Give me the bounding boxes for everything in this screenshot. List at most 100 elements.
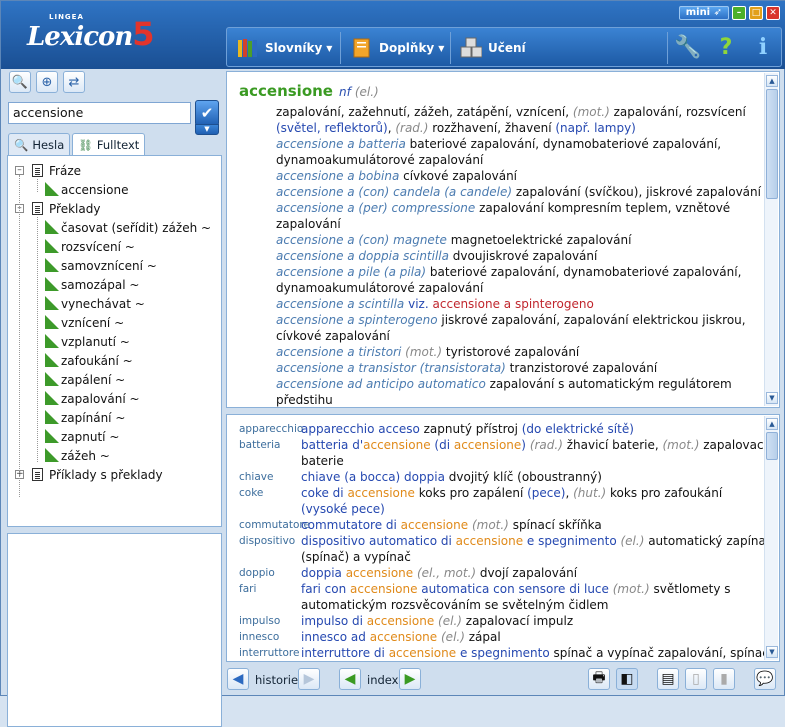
entry-line: accensione a bobina cívkové zapalování bbox=[276, 168, 517, 184]
scroll-thumb[interactable] bbox=[766, 89, 778, 199]
tree-node[interactable]: rozsvícení ~ bbox=[8, 237, 221, 256]
text-run: accensione bbox=[363, 438, 431, 452]
settings-wrench-icon[interactable]: 🔧 bbox=[674, 33, 702, 61]
scroll-up-icon[interactable]: ▲ bbox=[766, 75, 778, 87]
scroll-up-icon[interactable]: ▲ bbox=[766, 418, 778, 430]
layout-full-button[interactable]: ▮ bbox=[713, 668, 735, 690]
tree-node[interactable]: zapálení ~ bbox=[8, 370, 221, 389]
tree-node[interactable]: vznícení ~ bbox=[8, 313, 221, 332]
scroll-down-icon[interactable]: ▼ bbox=[766, 392, 778, 404]
maximize-button[interactable]: □ bbox=[749, 6, 763, 20]
text-run: accensione bbox=[369, 630, 438, 644]
layout-single-button[interactable]: ▯ bbox=[685, 668, 707, 690]
text-run[interactable]: accensione a (con) magnete bbox=[276, 233, 447, 247]
index-prev-button[interactable]: ◀ bbox=[339, 668, 361, 690]
text-run[interactable]: accensione a spinterogeno bbox=[433, 297, 594, 311]
example-keyword[interactable]: impulso bbox=[239, 615, 280, 627]
text-run[interactable]: accensione a batteria bbox=[276, 137, 406, 151]
tree-guide-line bbox=[37, 217, 38, 462]
index-next-button[interactable]: ▶ bbox=[399, 668, 421, 690]
sound-button[interactable]: ◧ bbox=[616, 668, 638, 690]
ruler-icon bbox=[45, 372, 59, 386]
minimize-button[interactable]: – bbox=[732, 6, 746, 20]
text-run[interactable]: accensione a transistor (transistorata) bbox=[276, 361, 506, 375]
dictionaries-label: Slovníky bbox=[265, 41, 323, 55]
tree-node[interactable]: accensione bbox=[8, 180, 221, 199]
search-tool-button[interactable]: 🔍 bbox=[9, 71, 31, 93]
tree-node[interactable]: časovat (seřídit) zážeh ~ bbox=[8, 218, 221, 237]
text-run: (mot.) bbox=[612, 582, 650, 596]
text-run: commutatore di bbox=[301, 518, 401, 532]
speech-button[interactable]: 💬 bbox=[754, 668, 776, 690]
scroll-down-icon[interactable]: ▼ bbox=[766, 646, 778, 658]
example-keyword[interactable]: apparecchio bbox=[239, 423, 303, 435]
learning-menu[interactable]: Učení bbox=[460, 35, 526, 61]
example-keyword[interactable]: commutatore bbox=[239, 519, 310, 531]
tree-node[interactable]: vynechávat ~ bbox=[8, 294, 221, 313]
example-keyword[interactable]: fari bbox=[239, 583, 256, 595]
text-run: innesco ad bbox=[301, 630, 370, 644]
tree-node[interactable]: samovznícení ~ bbox=[8, 256, 221, 275]
text-run: (rad.) bbox=[529, 438, 563, 452]
text-run[interactable]: accensione a pile (a pila) bbox=[276, 265, 426, 279]
help-icon[interactable]: ? bbox=[712, 33, 740, 61]
tree-node[interactable]: zapnutí ~ bbox=[8, 427, 221, 446]
text-run[interactable]: accensione a (per) compressione bbox=[276, 201, 475, 215]
text-run[interactable]: accensione a (con) candela (a candele) bbox=[276, 185, 512, 199]
examples-scrollbar[interactable]: ▲ ▼ bbox=[764, 416, 778, 660]
search-input[interactable]: accensione bbox=[8, 102, 191, 124]
history-forward-button[interactable]: ▶ bbox=[298, 668, 320, 690]
tree-label-priklady: Příklady s překlady bbox=[49, 467, 163, 482]
example-keyword[interactable]: interruttore bbox=[239, 647, 299, 659]
example-keyword[interactable]: innesco bbox=[239, 631, 279, 643]
tree-node[interactable]: + Příklady s překlady bbox=[8, 465, 221, 484]
arrow-right-icon: ▶ bbox=[303, 671, 315, 687]
tree-node[interactable]: zapínání ~ bbox=[8, 408, 221, 427]
tree-node[interactable]: zapalování ~ bbox=[8, 389, 221, 408]
example-keyword[interactable]: doppio bbox=[239, 567, 275, 579]
tree-node[interactable]: vzplanutí ~ bbox=[8, 332, 221, 351]
tab-fulltext[interactable]: ⛓ Fulltext bbox=[72, 133, 146, 155]
example-keyword[interactable]: batteria bbox=[239, 439, 280, 451]
tree-node[interactable]: – Fráze bbox=[8, 161, 221, 180]
entry-scrollbar[interactable]: ▲ ▼ bbox=[764, 73, 778, 406]
print-button[interactable]: 🖶 bbox=[588, 668, 610, 690]
example-keyword[interactable]: chiave bbox=[239, 471, 273, 483]
close-button[interactable]: ✕ bbox=[766, 6, 780, 20]
tree-node[interactable]: – Překlady bbox=[8, 199, 221, 218]
layout-split-button[interactable]: ▤ bbox=[657, 668, 679, 690]
search-go-button[interactable]: ✔ bbox=[195, 100, 219, 126]
text-run: dvojitý klíč (oboustranný) bbox=[444, 470, 602, 484]
swap-direction-button[interactable]: ⇄ bbox=[63, 71, 85, 93]
text-run[interactable]: accensione a scintilla bbox=[276, 297, 404, 311]
history-back-button[interactable]: ◀ bbox=[227, 668, 249, 690]
text-run[interactable]: accensione a tiristori bbox=[276, 345, 401, 359]
text-run[interactable]: accensione a bobina bbox=[276, 169, 399, 183]
text-run[interactable]: accensione a doppia scintilla bbox=[276, 249, 449, 263]
text-run: dynamoakumulátorové zapalování bbox=[276, 153, 484, 167]
advanced-search-button[interactable]: ⊕ bbox=[36, 71, 58, 93]
example-keyword[interactable]: dispositivo bbox=[239, 535, 295, 547]
entry-line: dynamoakumulátorové zapalování bbox=[276, 280, 483, 296]
info-icon[interactable]: i bbox=[749, 33, 777, 61]
search-options-button[interactable]: ▼ bbox=[195, 124, 219, 135]
text-run[interactable]: accensione a spinterogeno bbox=[276, 313, 438, 327]
mini-mode-button[interactable]: mini ➶ bbox=[678, 6, 729, 20]
dictionaries-menu[interactable]: Slovníky ▼ bbox=[237, 35, 332, 61]
tree-node[interactable]: zafoukání ~ bbox=[8, 351, 221, 370]
text-run: cívkové zapalování bbox=[399, 169, 518, 183]
ruler-icon bbox=[45, 220, 59, 234]
tree-node[interactable]: samozápal ~ bbox=[8, 275, 221, 294]
collapse-icon[interactable]: – bbox=[15, 166, 24, 175]
scroll-thumb[interactable] bbox=[766, 432, 778, 460]
text-run[interactable]: viz. bbox=[408, 297, 429, 311]
example-keyword[interactable]: coke bbox=[239, 487, 263, 499]
text-run[interactable]: accensione ad anticipo automatico bbox=[276, 377, 486, 391]
addons-menu[interactable]: Doplňky ▼ bbox=[351, 35, 444, 61]
tree-label-preklady: Překlady bbox=[49, 201, 101, 216]
text-run: žhavicí baterie, bbox=[562, 438, 663, 452]
tree-node[interactable]: zážeh ~ bbox=[8, 446, 221, 465]
tab-hesla[interactable]: 🔍 Hesla bbox=[8, 133, 71, 155]
example-line: dispositivo automatico di accensione e s… bbox=[301, 533, 773, 549]
text-run: (mot.) bbox=[572, 105, 610, 119]
